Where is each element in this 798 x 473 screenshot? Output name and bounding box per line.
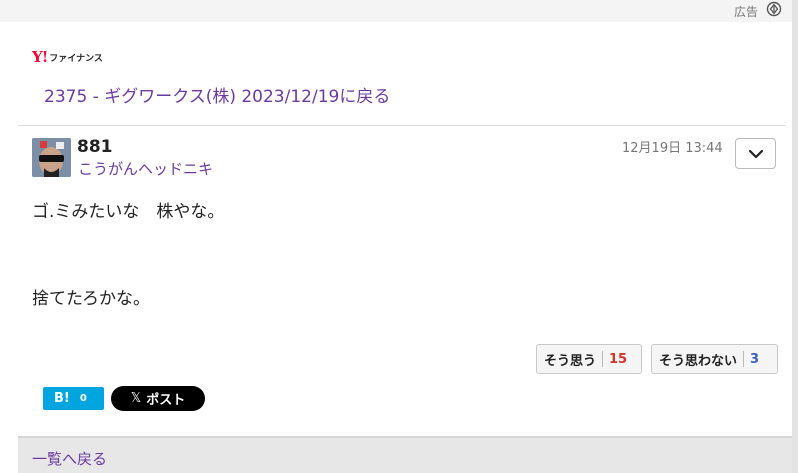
logo-text: ファイナンス — [49, 53, 103, 64]
post-body-line: 捨てたろかな。 — [32, 289, 150, 309]
footer-bar: 一覧へ戻る — [18, 436, 792, 473]
avatar-image — [32, 138, 71, 177]
hatena-count: 0 — [79, 393, 87, 404]
post-menu-button[interactable] — [735, 138, 776, 169]
x-logo-icon: 𝕏 — [130, 391, 142, 406]
back-to-stock-link[interactable]: 2375 - ギグワークス(株) 2023/12/19に戻る — [44, 82, 390, 107]
ad-strip: 広告 — [0, 0, 792, 22]
post-body-line: ゴ.ミみたいな 株やな。 — [32, 202, 225, 222]
adchoices-icon[interactable] — [766, 1, 782, 17]
back-to-list-link[interactable]: 一覧へ戻る — [32, 448, 107, 469]
logo-mark: Y! — [32, 48, 48, 66]
vote-separator — [743, 351, 745, 367]
vote-separator — [602, 351, 604, 367]
agree-count: 15 — [609, 351, 628, 367]
agree-button[interactable]: そう思う 15 — [536, 344, 642, 374]
page-edge — [792, 0, 798, 473]
x-post-button[interactable]: 𝕏 ポスト — [111, 386, 205, 411]
post-timestamp: 12月19日 13:44 — [622, 141, 723, 156]
disagree-button[interactable]: そう思わない 3 — [651, 344, 778, 374]
agree-label: そう思う — [544, 353, 597, 369]
avatar[interactable] — [32, 138, 71, 177]
yahoo-finance-logo[interactable]: Y! ファイナンス — [32, 48, 103, 66]
disagree-count: 3 — [750, 351, 760, 367]
post-number: 881 — [77, 137, 113, 157]
chevron-down-icon — [748, 149, 763, 158]
disagree-label: そう思わない — [659, 353, 738, 369]
hatena-bookmark-button[interactable]: B! 0 — [43, 387, 104, 410]
hatena-icon: B! — [54, 391, 70, 406]
divider — [18, 125, 786, 126]
ad-label: 広告 — [733, 5, 758, 19]
username-link[interactable]: こうがんヘッドニキ — [78, 158, 213, 179]
x-post-label: ポスト — [146, 393, 186, 408]
